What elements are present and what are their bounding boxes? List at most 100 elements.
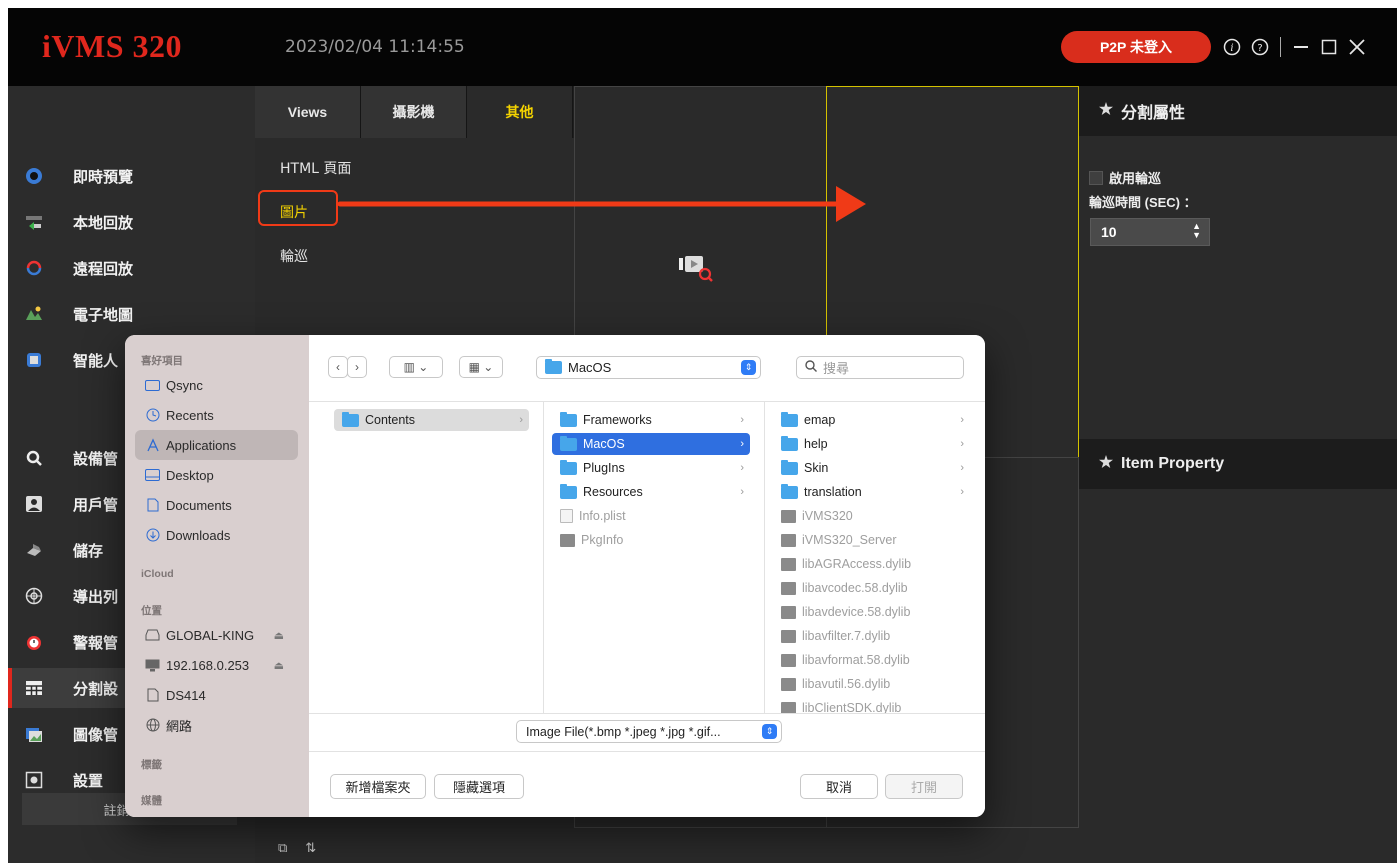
back-button[interactable]: ‹	[328, 356, 348, 378]
p2p-login-button[interactable]: P2P 未登入	[1061, 31, 1211, 63]
new-folder-button[interactable]: 新增檔案夾	[330, 774, 426, 799]
browser-row[interactable]: Info.plist	[552, 505, 750, 527]
chevron-right-icon: ›	[960, 462, 964, 474]
sort-icon[interactable]: ⇅	[305, 840, 316, 856]
title-separator	[1280, 37, 1281, 57]
nav-item-live-view[interactable]: 即時預覽	[8, 156, 255, 196]
chevron-right-icon: ›	[519, 414, 523, 426]
forward-button[interactable]: ›	[347, 356, 367, 378]
search-icon	[805, 360, 817, 375]
sidebar-item-desktop[interactable]: Desktop	[135, 460, 298, 490]
view-mode-button[interactable]: ▥ ⌄	[389, 356, 443, 378]
tour-time-stepper[interactable]: 10 ▲ ▼	[1090, 218, 1210, 246]
tab-cameras[interactable]: 攝影機	[361, 86, 467, 138]
sidebar-item-ip-host[interactable]: 192.168.0.253 ⏏	[135, 650, 298, 680]
browser-row[interactable]: PlugIns ›	[552, 457, 750, 479]
grid-view-icon: ▦ ⌄	[468, 360, 494, 374]
maximize-icon[interactable]	[1319, 37, 1339, 57]
columns-view-icon: ▥ ⌄	[403, 360, 429, 374]
browser-row[interactable]: libavcodec.58.dylib	[773, 577, 970, 599]
browser-row[interactable]: libavutil.56.dylib	[773, 673, 970, 695]
nav-item-local-playback[interactable]: 本地回放	[8, 202, 255, 242]
file-type-select[interactable]: Image File(*.bmp *.jpeg *.jpg *.gif... ⇕	[516, 720, 782, 743]
list-item-tour[interactable]: 輪巡	[280, 246, 351, 290]
info-icon[interactable]: i	[1222, 37, 1242, 57]
browser-row[interactable]: iVMS320	[773, 505, 970, 527]
browser-row[interactable]: libavdevice.58.dylib	[773, 601, 970, 623]
open-button[interactable]: 打開	[885, 774, 963, 799]
browser-row[interactable]: MacOS ›	[552, 433, 750, 455]
eject-icon[interactable]: ⏏	[274, 629, 284, 642]
nav-item-remote-playback[interactable]: 遠程回放	[8, 248, 255, 288]
column-browser: Contents › Frameworks › MacOS › PlugIns › R…	[309, 401, 985, 715]
executable-icon	[781, 653, 796, 667]
help-icon[interactable]: ?	[1250, 37, 1270, 57]
close-icon[interactable]	[1347, 37, 1367, 57]
sidebar-item-global-king[interactable]: GLOBAL-KING ⏏	[135, 620, 298, 650]
hide-options-button[interactable]: 隱藏選項	[434, 774, 524, 799]
executable-icon	[560, 533, 575, 547]
folder-icon	[145, 379, 160, 392]
browser-row[interactable]: translation ›	[773, 481, 970, 503]
clock-icon	[145, 408, 160, 422]
browser-row[interactable]: Contents ›	[334, 409, 529, 431]
alarm-icon	[24, 632, 44, 652]
locations-section-title: 位置	[141, 605, 162, 617]
document-icon	[145, 498, 160, 512]
sidebar-item-qsync[interactable]: Qsync	[135, 370, 298, 400]
enable-tour-checkbox[interactable]: 啟用輪巡	[1089, 168, 1161, 187]
gear-icon	[1099, 101, 1113, 121]
window-controls: i ?	[1222, 30, 1367, 64]
executable-icon	[781, 605, 796, 619]
stepper-arrows-icon[interactable]: ▲ ▼	[1192, 222, 1201, 240]
cancel-button[interactable]: 取消	[800, 774, 878, 799]
window-toggle-icon[interactable]: ⧉	[278, 840, 287, 856]
datetime-display: 2023/02/04 11:14:55	[285, 37, 465, 57]
browser-row[interactable]: libAGRAccess.dylib	[773, 553, 970, 575]
tab-views[interactable]: Views	[255, 86, 361, 138]
chevron-right-icon: ›	[740, 438, 744, 450]
popup-arrows-icon: ⇕	[741, 360, 756, 375]
resource-tabs: Views 攝影機 其他	[255, 86, 574, 138]
sidebar-item-ds414[interactable]: DS414	[135, 680, 298, 710]
minimize-icon[interactable]	[1291, 37, 1311, 57]
executable-icon	[781, 509, 796, 523]
group-by-button[interactable]: ▦ ⌄	[459, 356, 503, 378]
executable-icon	[781, 581, 796, 595]
browser-column-3: emap › help › Skin › translation › iVMS320 i…	[765, 402, 985, 715]
browser-row[interactable]: Resources ›	[552, 481, 750, 503]
folder-icon	[781, 483, 798, 499]
browser-row[interactable]: libavfilter.7.dylib	[773, 625, 970, 647]
browser-row[interactable]: help ›	[773, 433, 970, 455]
highlight-callout	[258, 190, 338, 226]
browser-row[interactable]: Skin ›	[773, 457, 970, 479]
browser-row[interactable]: emap ›	[773, 409, 970, 431]
sidebar-item-recents[interactable]: Recents	[135, 400, 298, 430]
browser-row[interactable]: PkgInfo	[552, 529, 750, 551]
search-input[interactable]: 搜尋	[796, 356, 964, 379]
svg-text:i: i	[1230, 43, 1233, 54]
dialog-footer: 新增檔案夾 隱藏選項 取消 打開	[309, 751, 985, 817]
folder-icon	[781, 435, 798, 451]
folder-icon	[560, 411, 577, 427]
browser-row[interactable]: iVMS320_Server	[773, 529, 970, 551]
annotation-arrow-icon	[337, 186, 866, 222]
browser-row[interactable]: libavformat.58.dylib	[773, 649, 970, 671]
sidebar-item-documents[interactable]: Documents	[135, 490, 298, 520]
document-icon	[145, 688, 160, 702]
local-playback-icon	[24, 212, 44, 232]
browser-column-2: Frameworks › MacOS › PlugIns › Resources › I…	[544, 402, 765, 714]
app-window: iVMS 320 2023/02/04 11:14:55 P2P 未登入 i ?	[8, 8, 1397, 863]
export-icon	[24, 586, 44, 606]
checkbox-box[interactable]	[1089, 170, 1103, 185]
folder-icon	[560, 435, 577, 451]
nav-item-emap[interactable]: 電子地圖	[8, 294, 255, 334]
browser-row[interactable]: Frameworks ›	[552, 409, 750, 431]
sidebar-item-downloads[interactable]: Downloads	[135, 520, 298, 550]
sidebar-item-network[interactable]: 網路	[135, 710, 298, 740]
tab-other[interactable]: 其他	[467, 86, 573, 138]
user-icon	[24, 494, 44, 514]
path-popup[interactable]: MacOS ⇕	[536, 356, 761, 379]
sidebar-item-applications[interactable]: Applications	[135, 430, 298, 460]
eject-icon[interactable]: ⏏	[274, 659, 284, 672]
